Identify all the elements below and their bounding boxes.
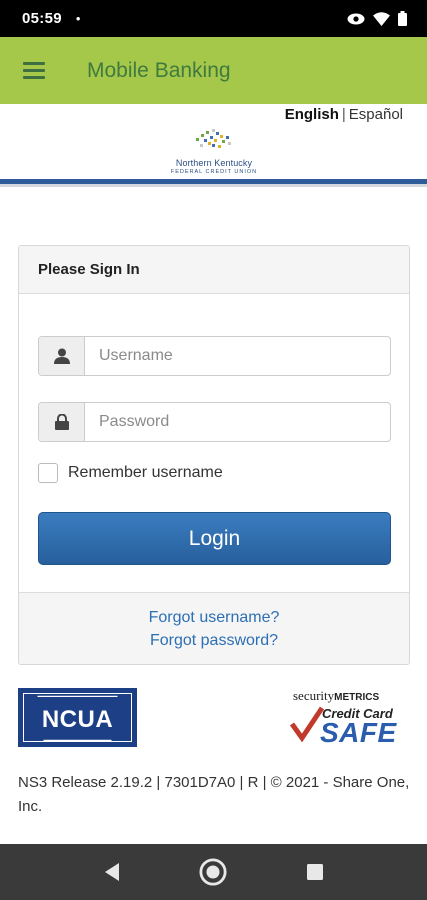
battery-icon: [398, 11, 407, 26]
remember-username: Remember username: [38, 463, 223, 483]
menu-icon[interactable]: [23, 62, 45, 79]
language-spanish-link[interactable]: Español: [349, 106, 403, 123]
safe-text: SAFE: [320, 717, 397, 748]
forgot-username-link[interactable]: Forgot username?: [149, 609, 280, 627]
username-field: [38, 336, 391, 376]
lock-icon: [39, 403, 85, 441]
status-time: 05:59: [22, 10, 62, 27]
username-input[interactable]: [85, 337, 390, 375]
security-metrics-text: securityMETRICS: [293, 688, 380, 703]
login-button[interactable]: Login: [38, 512, 391, 565]
home-icon[interactable]: [199, 858, 227, 886]
credit-union-logo: Northern Kentucky FEDERAL CREDIT UNION: [164, 128, 264, 180]
back-icon[interactable]: [98, 858, 126, 886]
remember-label: Remember username: [68, 464, 223, 481]
app-title: Mobile Banking: [87, 58, 231, 82]
forgot-password-link[interactable]: Forgot password?: [150, 632, 278, 650]
language-separator: |: [341, 106, 346, 123]
signin-heading: Please Sign In: [19, 246, 409, 294]
notification-dot: •: [75, 11, 81, 26]
signin-help-links: Forgot username? Forgot password?: [19, 592, 409, 664]
wifi-icon: [373, 11, 390, 26]
language-english-link[interactable]: English: [285, 106, 339, 123]
language-switch: English | Español: [285, 106, 403, 123]
status-bar: 05:59 •: [0, 0, 427, 37]
user-icon: [39, 337, 85, 375]
password-input[interactable]: [85, 403, 390, 441]
logo-subtitle: FEDERAL CREDIT UNION: [170, 169, 258, 175]
logo-name: Northern Kentucky: [175, 158, 253, 168]
signin-panel: Please Sign In Remember username Login F…: [18, 245, 410, 665]
eye-icon: [347, 13, 365, 24]
app-bar: Mobile Banking: [0, 37, 427, 104]
remember-checkbox[interactable]: [38, 463, 58, 483]
ncua-text: NCUA: [41, 706, 114, 733]
logo-mark-icon: [196, 129, 231, 148]
ncua-badge: ▬▬▬▬▬▬▬▬▬▬▬▬▬▬▬▬▬▬▬▬ NCUA ▬▬▬▬▬▬▬▬▬▬▬▬▬▬…: [18, 688, 137, 747]
header-divider-shadow: [0, 184, 427, 187]
release-info: NS3 Release 2.19.2 | 7301D7A0 | R | © 20…: [18, 774, 410, 815]
security-metrics-badge: securityMETRICS Credit Card SAFE: [290, 688, 410, 748]
system-nav-bar: [0, 844, 427, 900]
checkmark-icon: [290, 706, 324, 743]
status-icons: [347, 11, 407, 26]
recents-icon[interactable]: [301, 858, 329, 886]
password-field: [38, 402, 391, 442]
